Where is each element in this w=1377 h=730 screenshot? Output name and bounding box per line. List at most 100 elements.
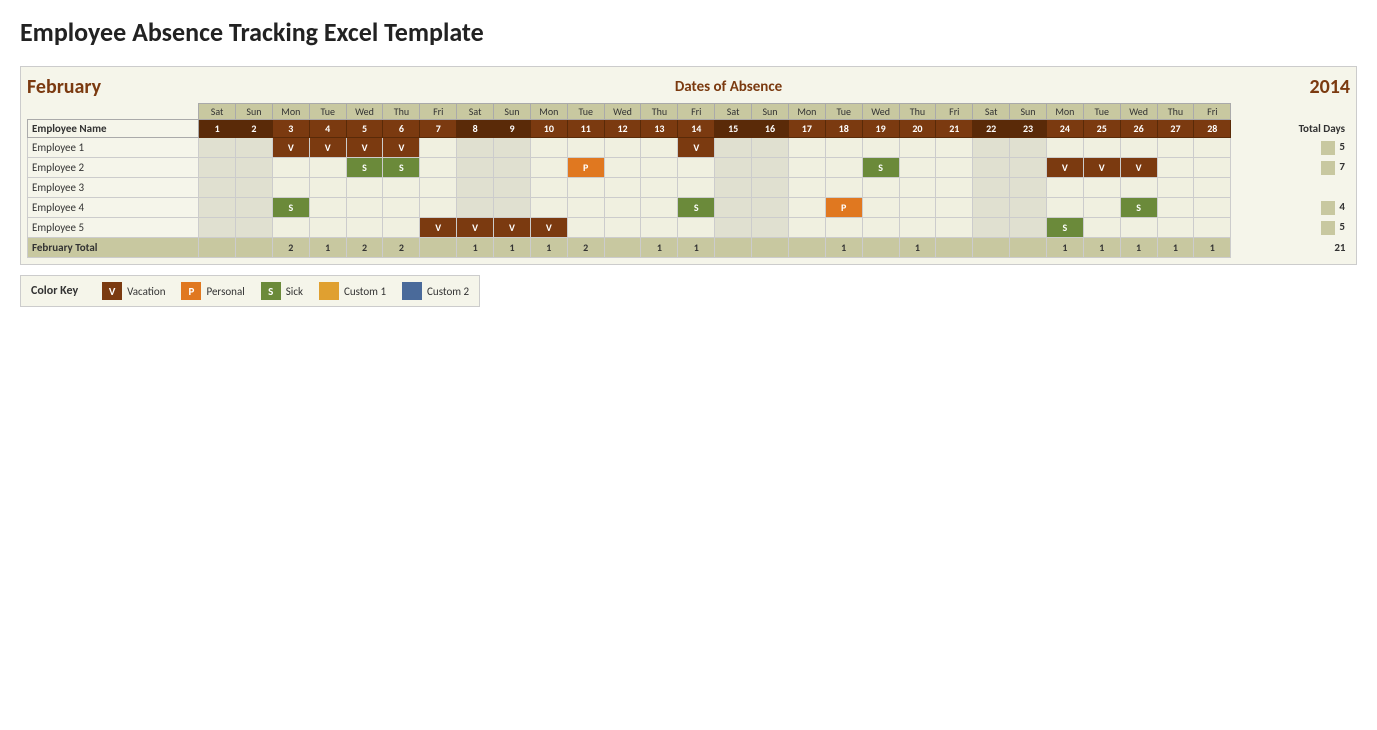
cell-emp4-day14: S (678, 198, 715, 218)
cell-emp1-day28 (1194, 138, 1231, 158)
cell-emp3-day11 (567, 178, 604, 198)
cell-emp4-day12 (604, 198, 641, 218)
header-row: February Dates of Absence 2014 (27, 75, 1350, 99)
table-wrapper: SatSunMonTueWedThuFriSatSunMonTueWedThuF… (27, 103, 1350, 258)
day-name-16: Sun (752, 104, 789, 120)
cell-emp4-day26: S (1120, 198, 1157, 218)
cell-emp2-day11: P (567, 158, 604, 178)
cell-emp3-day14 (678, 178, 715, 198)
cell-emp3-day25 (1083, 178, 1120, 198)
total-day-7 (420, 238, 457, 258)
key-swatch-custom-1 (319, 282, 339, 300)
cell-emp4-day28 (1194, 198, 1231, 218)
cell-emp5-day14 (678, 218, 715, 238)
day-num-4: 4 (309, 120, 346, 138)
cell-emp3-day20 (899, 178, 936, 198)
cell-emp3-day3 (272, 178, 309, 198)
day-num-1: 1 (199, 120, 236, 138)
cell-emp5-day8: V (457, 218, 494, 238)
employee-row-2: Employee 2SSPSVVV7 (28, 158, 1350, 178)
day-num-5: 5 (346, 120, 383, 138)
cell-emp2-day20 (899, 158, 936, 178)
color-key: Color Key VVacationPPersonalSSickCustom … (20, 275, 480, 307)
cell-emp1-day16 (752, 138, 789, 158)
cell-emp4-day15 (715, 198, 752, 218)
total-day-28: 1 (1194, 238, 1231, 258)
cell-emp5-day21 (936, 218, 973, 238)
day-name-2: Sun (236, 104, 273, 120)
cell-emp2-day2 (236, 158, 273, 178)
total-day-18: 1 (825, 238, 862, 258)
cell-emp1-day27 (1157, 138, 1194, 158)
cell-emp3-day17 (788, 178, 825, 198)
cell-emp2-day28 (1194, 158, 1231, 178)
name-col-header (28, 104, 199, 120)
day-name-22: Sat (973, 104, 1010, 120)
total-day-21 (936, 238, 973, 258)
day-num-14: 14 (678, 120, 715, 138)
page-title: Employee Absence Tracking Excel Template (20, 16, 1357, 48)
day-num-23: 23 (1010, 120, 1047, 138)
cell-emp1-day10 (530, 138, 567, 158)
day-num-22: 22 (973, 120, 1010, 138)
total-swatch-emp5 (1321, 221, 1335, 235)
cell-emp1-day5: V (346, 138, 383, 158)
day-name-5: Wed (346, 104, 383, 120)
day-name-4: Tue (309, 104, 346, 120)
cell-emp5-day9: V (494, 218, 531, 238)
month-label: February (27, 75, 227, 99)
cell-emp1-day4: V (309, 138, 346, 158)
key-swatch-custom-2 (402, 282, 422, 300)
day-num-9: 9 (494, 120, 531, 138)
cell-emp2-day19: S (862, 158, 899, 178)
cell-emp2-day6: S (383, 158, 420, 178)
cell-emp5-day20 (899, 218, 936, 238)
employee-row-4: Employee 4SSPS4 (28, 198, 1350, 218)
day-name-26: Wed (1120, 104, 1157, 120)
cell-emp5-day24: S (1046, 218, 1083, 238)
cell-emp3-day16 (752, 178, 789, 198)
cell-emp3-day2 (236, 178, 273, 198)
cell-emp5-day15 (715, 218, 752, 238)
total-day-10: 1 (530, 238, 567, 258)
cell-emp5-day26 (1120, 218, 1157, 238)
day-name-9: Sun (494, 104, 531, 120)
key-badge-personal: P (181, 282, 201, 300)
total-row-label: February Total (28, 238, 199, 258)
cell-emp5-day19 (862, 218, 899, 238)
cell-emp1-day8 (457, 138, 494, 158)
cell-emp1-day19 (862, 138, 899, 158)
total-day-3: 2 (272, 238, 309, 258)
cell-emp3-day21 (936, 178, 973, 198)
cell-emp4-day20 (899, 198, 936, 218)
cell-emp5-day22 (973, 218, 1010, 238)
cell-emp2-day23 (1010, 158, 1047, 178)
total-day-6: 2 (383, 238, 420, 258)
cell-emp2-day4 (309, 158, 346, 178)
cell-emp3-day9 (494, 178, 531, 198)
day-name-18: Tue (825, 104, 862, 120)
cell-emp1-day11 (567, 138, 604, 158)
cell-emp5-day4 (309, 218, 346, 238)
cell-emp2-day13 (641, 158, 678, 178)
day-num-27: 27 (1157, 120, 1194, 138)
cell-emp3-day19 (862, 178, 899, 198)
cell-emp4-day11 (567, 198, 604, 218)
cell-emp1-day6: V (383, 138, 420, 158)
day-name-7: Fri (420, 104, 457, 120)
cell-emp3-day7 (420, 178, 457, 198)
day-num-26: 26 (1120, 120, 1157, 138)
cell-emp5-day12 (604, 218, 641, 238)
cell-emp5-day17 (788, 218, 825, 238)
total-swatch-emp4 (1321, 201, 1335, 215)
cell-emp5-day25 (1083, 218, 1120, 238)
day-name-25: Tue (1083, 104, 1120, 120)
day-name-21: Fri (936, 104, 973, 120)
total-day-27: 1 (1157, 238, 1194, 258)
day-name-24: Mon (1046, 104, 1083, 120)
cell-emp4-day13 (641, 198, 678, 218)
key-item-custom-2: Custom 2 (402, 282, 469, 300)
cell-emp1-day23 (1010, 138, 1047, 158)
table-body: Employee 1VVVVV5Employee 2SSPSVVV7Employ… (28, 138, 1350, 258)
cell-emp3-day12 (604, 178, 641, 198)
